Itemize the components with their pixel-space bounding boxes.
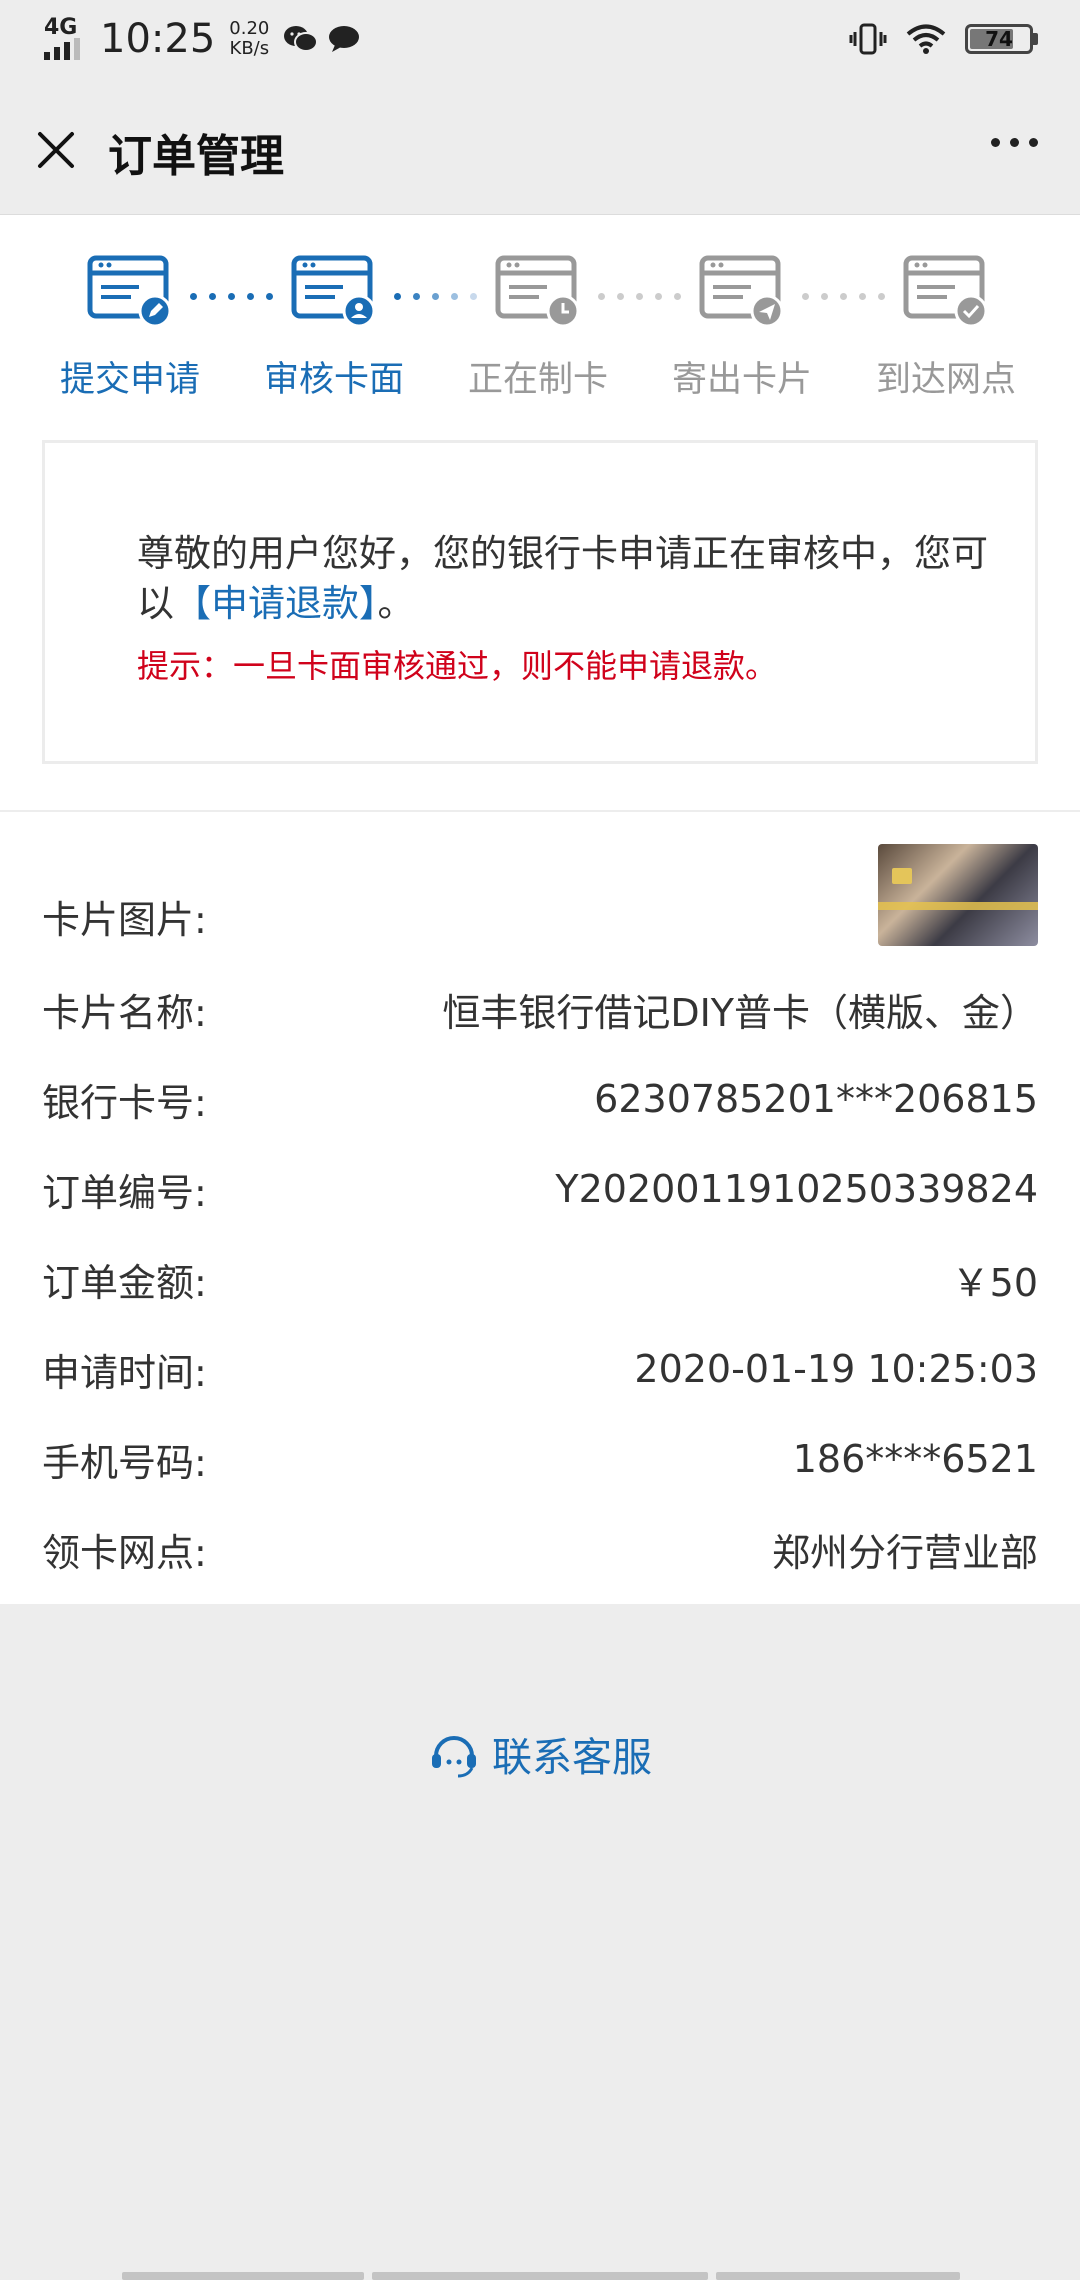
wechat-icon xyxy=(284,26,319,52)
page-title: 订单管理 xyxy=(108,131,284,182)
step-arrived: 到达网点 xyxy=(846,255,1046,402)
check-card-icon xyxy=(903,255,988,327)
info-row-phone: 手机号码: 186****6521 xyxy=(42,1414,1038,1504)
refund-link[interactable]: 【申请退款】 xyxy=(174,582,378,625)
vibrate-icon xyxy=(849,23,887,55)
contact-service: 联系客服 xyxy=(0,1725,1080,1784)
step-review: 审核卡面 xyxy=(234,255,434,402)
branch-label: 领卡网点: xyxy=(42,1530,207,1575)
card-image-label: 卡片图片: xyxy=(42,898,207,942)
card-number-value: 6230785201***206815 xyxy=(594,1077,1038,1121)
battery-icon: 74 xyxy=(965,24,1033,54)
info-row-card-image: 卡片图片: xyxy=(42,840,1038,950)
battery-level: 74 xyxy=(985,27,1013,51)
order-info: 卡片图片: 卡片名称: 恒丰银行借记DIY普卡（横版、金） 银行卡号: 6230… xyxy=(0,812,1080,1604)
signal-icon xyxy=(44,38,80,60)
network-speed: 0.20 KB/s xyxy=(229,19,269,59)
apply-time-value: 2020-01-19 10:25:03 xyxy=(634,1347,1038,1391)
send-card-icon xyxy=(699,255,784,327)
clock-card-icon xyxy=(495,255,580,327)
speed-unit: KB/s xyxy=(229,38,270,59)
close-icon[interactable] xyxy=(30,124,82,176)
contact-service-label: 联系客服 xyxy=(492,1735,652,1781)
notice-text: 尊敬的用户您好，您的银行卡申请正在审核中，您可以【申请退款】。 xyxy=(137,529,997,629)
review-notice: 尊敬的用户您好，您的银行卡申请正在审核中，您可以【申请退款】。 提示：一旦卡面审… xyxy=(42,440,1038,764)
nav-bar: 订单管理 xyxy=(0,86,1080,215)
info-row-branch: 领卡网点: 郑州分行营业部 xyxy=(42,1504,1038,1594)
speed-value: 0.20 xyxy=(229,18,270,39)
card-image[interactable] xyxy=(878,844,1038,946)
network-indicator: 4G xyxy=(44,15,92,60)
info-row-card-name: 卡片名称: 恒丰银行借记DIY普卡（横版、金） xyxy=(42,964,1038,1054)
step-label: 提交申请 xyxy=(59,360,200,400)
edit-card-icon xyxy=(87,255,172,327)
branch-value: 郑州分行营业部 xyxy=(771,1530,1038,1575)
notice-tip: 提示：一旦卡面审核通过，则不能申请退款。 xyxy=(137,647,778,685)
status-bar: 4G 10:25 0.20 KB/s 74 xyxy=(0,0,1080,86)
gesture-segment xyxy=(372,2272,708,2280)
message-icon xyxy=(329,26,360,52)
bottom-gesture-bar xyxy=(0,2270,1080,2280)
amount-label: 订单金额: xyxy=(42,1260,207,1305)
info-row-apply-time: 申请时间: 2020-01-19 10:25:03 xyxy=(42,1324,1038,1414)
user-card-icon xyxy=(291,255,376,327)
notice-period: 。 xyxy=(377,582,415,625)
gesture-segment xyxy=(122,2272,364,2280)
step-label: 寄出卡片 xyxy=(671,360,812,400)
step-label: 到达网点 xyxy=(875,360,1016,400)
more-options-icon[interactable] xyxy=(991,138,1038,147)
card-name-label: 卡片名称: xyxy=(42,990,207,1035)
step-label: 审核卡面 xyxy=(263,360,404,400)
info-row-order-no: 订单编号: Y2020011910250339824 xyxy=(42,1144,1038,1234)
battery-cap xyxy=(1033,33,1038,45)
phone-value: 186****6521 xyxy=(792,1437,1038,1481)
wifi-icon xyxy=(906,24,946,54)
contact-service-button[interactable]: 联系客服 xyxy=(428,1725,652,1783)
card-name-value: 恒丰银行借记DIY普卡（横版、金） xyxy=(442,990,1038,1035)
step-submit: 提交申请 xyxy=(30,255,230,402)
headset-icon xyxy=(432,1736,476,1778)
clock: 10:25 xyxy=(100,16,216,62)
card-number-label: 银行卡号: xyxy=(42,1080,207,1125)
gesture-segment xyxy=(716,2272,960,2280)
amount-value: ￥50 xyxy=(951,1260,1038,1305)
step-label: 正在制卡 xyxy=(467,360,608,400)
step-making: 正在制卡 xyxy=(438,255,638,402)
apply-time-label: 申请时间: xyxy=(42,1350,207,1395)
network-type: 4G xyxy=(44,15,78,40)
order-no-label: 订单编号: xyxy=(42,1170,207,1215)
order-no-value: Y2020011910250339824 xyxy=(555,1167,1038,1211)
phone-label: 手机号码: xyxy=(42,1440,207,1485)
info-row-card-number: 银行卡号: 6230785201***206815 xyxy=(42,1054,1038,1144)
info-row-amount: 订单金额: ￥50 xyxy=(42,1234,1038,1324)
progress-section: 提交申请 审核卡面 正在制卡 寄出卡片 到达网点 尊敬的用户您好，您的银行卡申请… xyxy=(0,215,1080,810)
step-shipped: 寄出卡片 xyxy=(642,255,842,402)
